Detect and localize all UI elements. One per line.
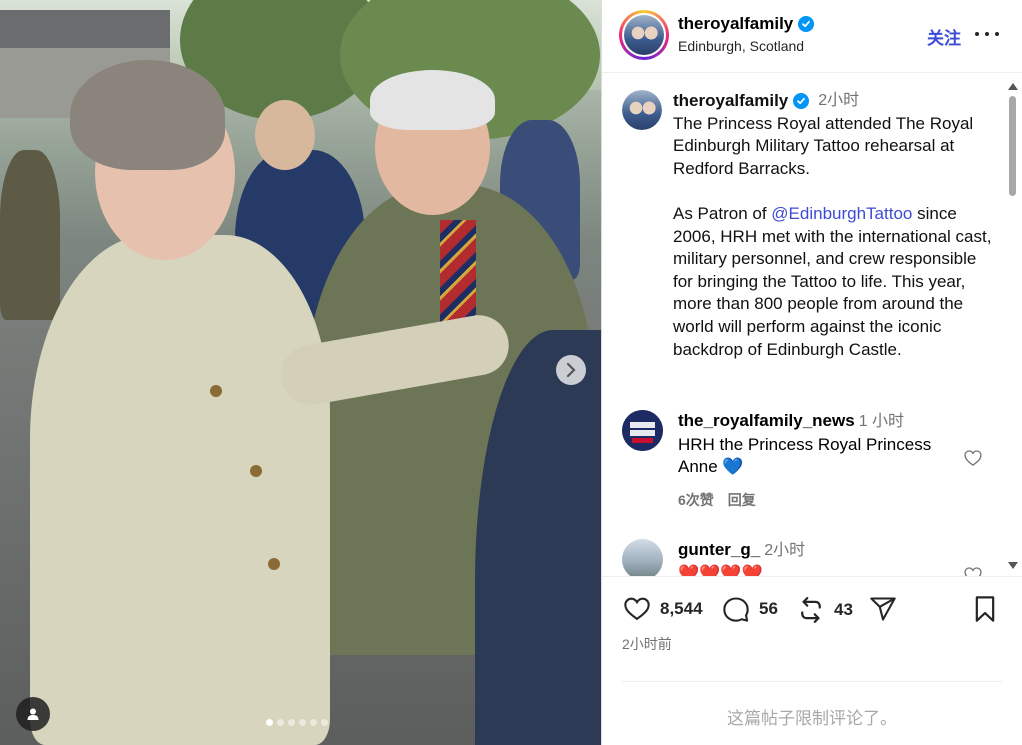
bookmark-icon[interactable]	[972, 595, 998, 623]
verified-badge-icon	[798, 16, 815, 32]
follow-button[interactable]: 关注	[927, 24, 961, 49]
comments-scroll-area[interactable]: theroyalfamily 2小时 The Princess Royal at…	[602, 74, 1022, 576]
user-icon	[27, 708, 39, 720]
carousel-next-button[interactable]	[556, 355, 586, 385]
comment-time: 1 小时	[858, 413, 905, 430]
carousel-dot	[299, 719, 306, 726]
post-actions: 8,544 56 43	[602, 576, 1022, 636]
post-side-panel: theroyalfamily Edinburgh, Scotland 关注 th…	[601, 0, 1022, 745]
caption-time: 2小时	[818, 92, 860, 109]
header-location[interactable]: Edinburgh, Scotland	[678, 38, 804, 54]
scrollbar[interactable]	[1007, 80, 1019, 572]
caption-text-1: The Princess Royal attended The Royal Ed…	[673, 113, 974, 178]
comment-icon[interactable]	[721, 595, 751, 623]
comment-username[interactable]: gunter_g_	[678, 540, 760, 559]
photo-person	[0, 150, 60, 320]
share-icon[interactable]	[868, 595, 898, 623]
comment-meta: 6次赞 回复	[678, 490, 756, 510]
comment-action[interactable]: 56	[721, 595, 778, 623]
tagged-users-button[interactable]	[16, 697, 50, 731]
share-action[interactable]	[868, 595, 898, 623]
carousel-dot	[266, 719, 273, 726]
carousel-dot	[310, 719, 317, 726]
repost-action[interactable]: 43	[796, 595, 853, 625]
comment-item: the_royalfamily_news 1 小时 HRH the Princes…	[622, 410, 1012, 520]
comment-text: ❤️❤️❤️❤️	[678, 563, 763, 576]
royal-news-logo-icon	[622, 410, 663, 451]
carousel-dot	[321, 719, 328, 726]
photo-person	[30, 235, 330, 745]
comment-reply-button[interactable]: 回复	[728, 490, 756, 510]
more-options-icon[interactable]	[975, 24, 999, 44]
heart-icon[interactable]	[963, 565, 983, 576]
comment-time: 2小时	[764, 542, 806, 559]
heart-icon[interactable]	[622, 595, 652, 623]
photo-hair	[70, 60, 225, 170]
photo-building	[0, 10, 170, 50]
post-header: theroyalfamily Edinburgh, Scotland 关注	[602, 0, 1022, 73]
header-username-row: theroyalfamily	[678, 14, 815, 34]
verified-badge-icon	[793, 93, 810, 110]
like-action[interactable]: 8,544	[622, 595, 703, 623]
scroll-down-icon[interactable]	[1008, 562, 1018, 569]
caption-avatar[interactable]	[622, 90, 662, 130]
header-username[interactable]: theroyalfamily	[678, 14, 793, 34]
comment-item: gunter_g_ 2小时 ❤️❤️❤️❤️	[622, 539, 1012, 576]
comment-username[interactable]: the_royalfamily_news	[678, 411, 855, 430]
carousel-dot	[288, 719, 295, 726]
scrollbar-thumb[interactable]	[1009, 96, 1016, 196]
heart-icon[interactable]	[963, 448, 983, 468]
comments-disabled-notice: 这篇帖子限制评论了。	[622, 681, 1002, 745]
photo-person	[255, 100, 315, 170]
scroll-up-icon[interactable]	[1008, 83, 1018, 90]
chevron-right-icon	[566, 363, 576, 377]
caption-username[interactable]: theroyalfamily	[673, 90, 788, 113]
profile-avatar[interactable]	[619, 10, 669, 60]
posted-time[interactable]: 2小时前	[622, 634, 672, 654]
post-photo[interactable]	[0, 0, 601, 745]
save-action[interactable]	[972, 595, 998, 623]
repost-icon[interactable]	[796, 595, 826, 625]
carousel-dot	[277, 719, 284, 726]
comment-text: HRH the Princess Royal Princess Anne 💙	[678, 434, 932, 477]
likes-count: 8,544	[660, 599, 703, 618]
comment-likes-count[interactable]: 6次赞	[678, 490, 714, 510]
reposts-count: 43	[834, 600, 853, 619]
comments-count: 56	[759, 599, 778, 618]
comment-avatar[interactable]	[622, 539, 663, 576]
carousel-indicator	[266, 719, 328, 726]
comment-avatar[interactable]	[622, 410, 663, 451]
caption-mention-link[interactable]: @EdinburghTattoo	[771, 204, 912, 223]
photo-hair	[370, 70, 495, 130]
caption-text-2: As Patron of @EdinburghTattoo since 2006…	[673, 203, 992, 359]
